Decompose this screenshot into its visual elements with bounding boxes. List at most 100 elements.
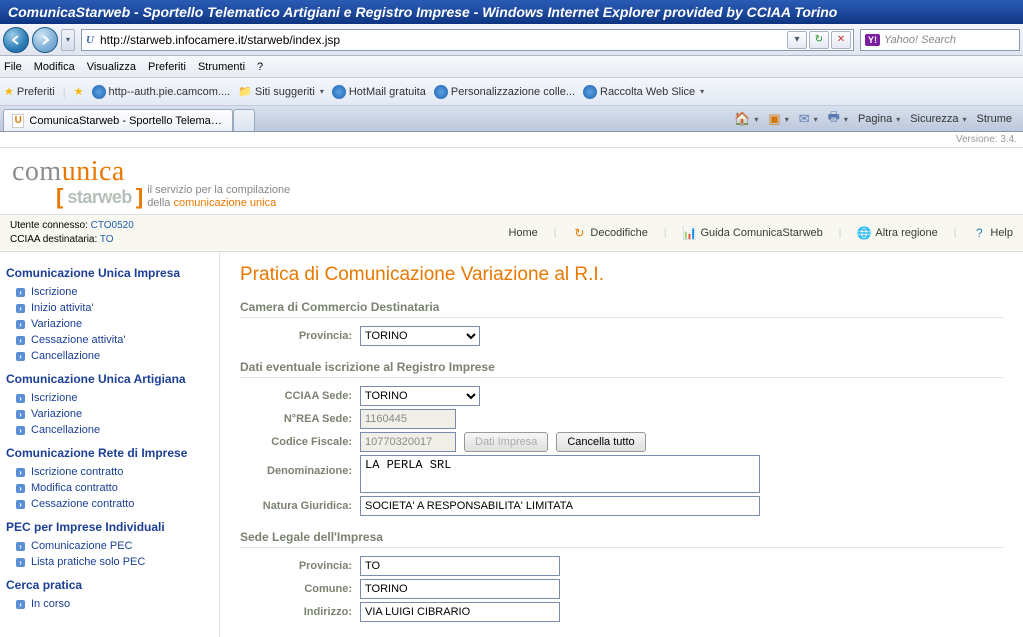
cciaa-sede-select[interactable]: TORINO (360, 386, 480, 406)
url-scheme-icon: U (82, 34, 98, 46)
feeds-button[interactable]: ▣▾ (768, 111, 788, 127)
nav-decodifiche[interactable]: ↻Decodifiche (572, 226, 647, 240)
natura-input[interactable] (360, 496, 760, 516)
fav-auth-link[interactable]: http--auth.pie.camcom.... (92, 85, 231, 99)
user-link[interactable]: CTO0520 (91, 220, 134, 231)
sede-comune-input[interactable] (360, 579, 560, 599)
refresh-button[interactable]: ↻ (809, 31, 829, 49)
home-icon: 🏠 (734, 111, 750, 127)
ie-icon (92, 85, 106, 99)
denom-label: Denominazione: (240, 455, 360, 477)
back-button[interactable] (3, 27, 29, 53)
main-layout: Comunicazione Unica Impresa ›Iscrizione … (0, 252, 1023, 637)
sidebar-item-iscrizione[interactable]: ›Iscrizione (2, 284, 211, 300)
session-info: Utente connesso: CTO0520 CCIAA destinata… (10, 219, 508, 247)
star-icon: ★ (4, 85, 14, 98)
sidebar-item-pec-com[interactable]: ›Comunicazione PEC (2, 538, 211, 554)
forward-button[interactable] (32, 27, 58, 53)
provincia-select[interactable]: TORINO (360, 326, 480, 346)
sidebar-item-rete-iscrizione[interactable]: ›Iscrizione contratto (2, 464, 211, 480)
denominazione-textarea[interactable]: LA PERLA SRL (360, 455, 760, 493)
new-tab-button[interactable] (233, 109, 255, 131)
favorites-button[interactable]: ★ Preferiti (4, 85, 55, 98)
folder-icon: 📁 (238, 85, 252, 98)
address-input[interactable] (98, 33, 787, 47)
refresh-icon: ↻ (572, 226, 586, 240)
sidebar-item-variazione[interactable]: ›Variazione (2, 316, 211, 332)
favorites-bar: ★ Preferiti | ★ http--auth.pie.camcom...… (0, 78, 1023, 106)
bracket-close-icon: ] (136, 184, 143, 210)
bullet-icon: › (16, 410, 25, 419)
sede-prov-input[interactable] (360, 556, 560, 576)
bullet-icon: › (16, 558, 25, 567)
cciaa-link[interactable]: TO (100, 234, 114, 245)
print-icon: 🖶 (828, 108, 840, 130)
home-button[interactable]: 🏠▾ (734, 111, 758, 127)
sidebar-group-impresa: Comunicazione Unica Impresa (6, 266, 211, 280)
sidebar-group-rete: Comunicazione Rete di Imprese (6, 446, 211, 460)
cciaa-sede-label: CCIAA Sede: (240, 390, 360, 402)
sidebar-item-pec-list[interactable]: ›Lista pratiche solo PEC (2, 554, 211, 570)
menu-tools[interactable]: Strumenti (198, 61, 245, 73)
sede-ind-label: Indirizzo: (240, 606, 360, 618)
fav-webslice[interactable]: Raccolta Web Slice▾ (583, 85, 704, 99)
starweb-brand: starweb (67, 187, 132, 208)
menu-edit[interactable]: Modifica (34, 61, 75, 73)
sidebar-item-inizio-attivita[interactable]: ›Inizio attivita' (2, 300, 211, 316)
bullet-icon: › (16, 500, 25, 509)
bullet-icon: › (16, 600, 25, 609)
bullet-icon: › (16, 304, 25, 313)
nav-help[interactable]: ?Help (972, 226, 1013, 240)
nav-home[interactable]: Home (508, 227, 537, 239)
nav-guida[interactable]: 📊Guida ComunicaStarweb (682, 226, 822, 240)
fav-personalizzazione[interactable]: Personalizzazione colle... (434, 85, 575, 99)
sede-ind-input[interactable] (360, 602, 560, 622)
tools-menu[interactable]: Strume (977, 113, 1012, 125)
sidebar-item-art-iscrizione[interactable]: ›Iscrizione (2, 390, 211, 406)
search-box[interactable]: Y! Yahoo! Search (860, 29, 1020, 51)
bullet-icon: › (16, 394, 25, 403)
address-dropdown[interactable]: ▾ (787, 31, 807, 49)
sidebar-item-cancellazione[interactable]: ›Cancellazione (2, 348, 211, 364)
sidebar-group-pec: PEC per Imprese Individuali (6, 520, 211, 534)
menu-favorites[interactable]: Preferiti (148, 61, 186, 73)
sidebar-item-art-cancellazione[interactable]: ›Cancellazione (2, 422, 211, 438)
add-favorite-button[interactable]: ★ (74, 85, 84, 98)
ie-icon (583, 85, 597, 99)
rea-input[interactable] (360, 409, 456, 429)
provincia-label: Provincia: (240, 330, 360, 342)
cancella-tutto-button[interactable]: Cancella tutto (556, 432, 645, 452)
sidebar-item-art-variazione[interactable]: ›Variazione (2, 406, 211, 422)
app-tagline: il servizio per la compilazione della co… (147, 184, 290, 210)
sidebar-item-cessazione-attivita[interactable]: ›Cessazione attivita' (2, 332, 211, 348)
sidebar-item-rete-modifica[interactable]: ›Modifica contratto (2, 480, 211, 496)
sidebar: Comunicazione Unica Impresa ›Iscrizione … (0, 252, 220, 637)
page-menu[interactable]: Pagina▾ (858, 113, 900, 125)
version-label: Versione: 3.4. (0, 132, 1023, 148)
menu-view[interactable]: Visualizza (87, 61, 136, 73)
tab-active[interactable]: U ComunicaStarweb - Sportello Telematico… (3, 109, 233, 131)
fav-suggested-sites[interactable]: 📁 Siti suggeriti▾ (238, 85, 324, 98)
rss-icon: ▣ (768, 111, 780, 127)
dati-impresa-button[interactable]: Dati Impresa (464, 432, 548, 452)
sidebar-item-in-corso[interactable]: ›In corso (2, 596, 211, 612)
menubar: File Modifica Visualizza Preferiti Strum… (0, 56, 1023, 78)
history-dropdown[interactable]: ▾ (61, 29, 75, 51)
safety-menu[interactable]: Sicurezza▾ (910, 113, 966, 125)
cf-input[interactable] (360, 432, 456, 452)
fav-hotmail[interactable]: HotMail gratuita (332, 85, 426, 99)
menu-file[interactable]: File (4, 61, 22, 73)
sidebar-group-cerca: Cerca pratica (6, 578, 211, 592)
nav-region[interactable]: 🌐Altra regione (857, 226, 937, 240)
print-button[interactable]: 🖶▾ (828, 108, 848, 130)
sidebar-item-rete-cessazione[interactable]: ›Cessazione contratto (2, 496, 211, 512)
stop-button[interactable]: ✕ (831, 31, 851, 49)
window-titlebar: ComunicaStarweb - Sportello Telematico A… (0, 0, 1023, 24)
sede-prov-label: Provincia: (240, 560, 360, 572)
natura-label: Natura Giuridica: (240, 500, 360, 512)
sede-comune-label: Comune: (240, 583, 360, 595)
chart-icon: 📊 (682, 226, 696, 240)
globe-icon: 🌐 (857, 226, 871, 240)
menu-help[interactable]: ? (257, 61, 263, 73)
mail-button[interactable]: ✉▾ (799, 111, 818, 127)
